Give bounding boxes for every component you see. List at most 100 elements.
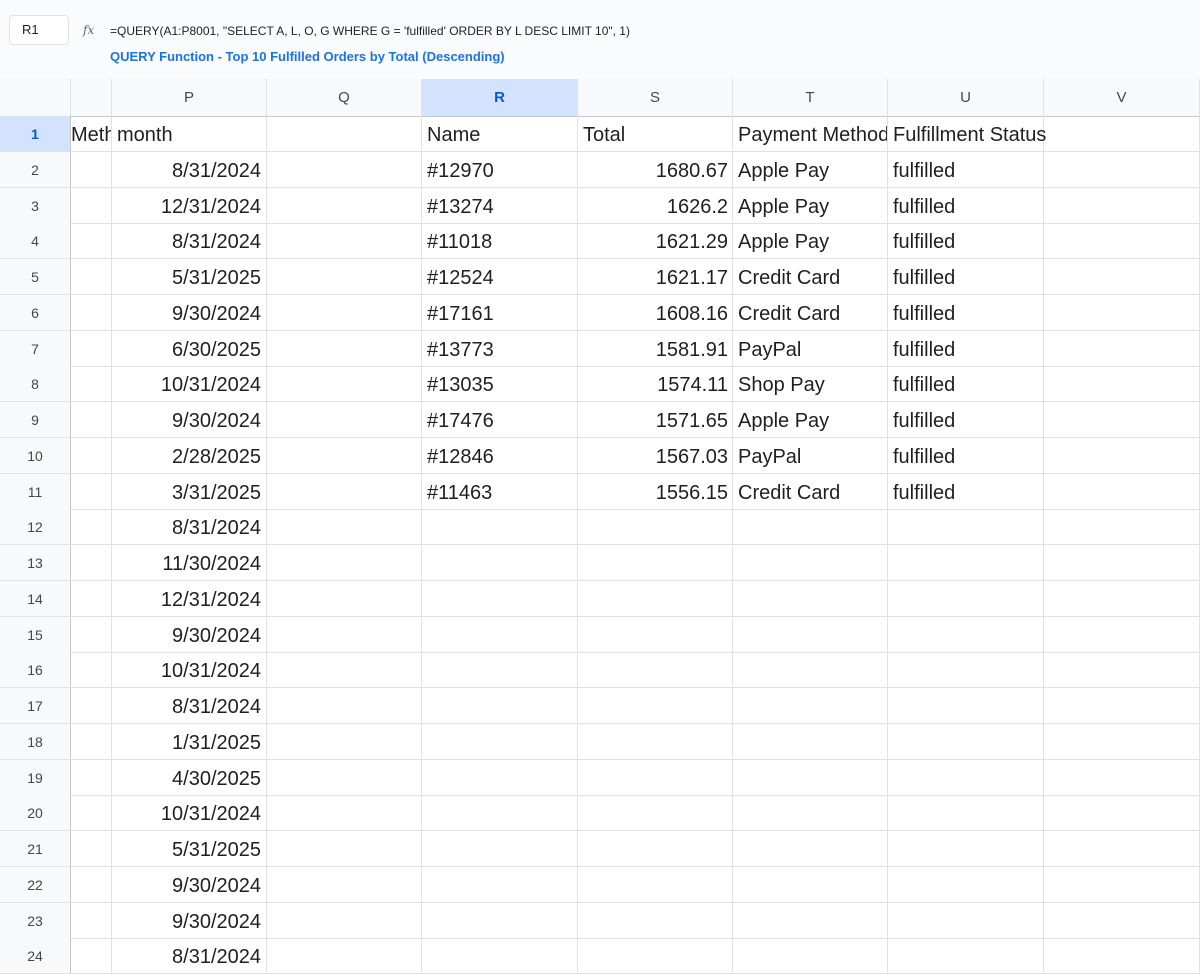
cell-v13[interactable]	[1044, 545, 1200, 581]
cell-p13[interactable]: 11/30/2024	[112, 545, 267, 581]
cell-r2[interactable]: #12970	[422, 151, 578, 188]
cell-v17[interactable]	[1044, 688, 1200, 724]
cell-u4[interactable]: fulfilled	[888, 223, 1044, 260]
row-header[interactable]: 19	[0, 759, 71, 796]
cell-o13[interactable]	[71, 545, 112, 581]
cell-q14[interactable]	[267, 580, 422, 617]
cell-s6[interactable]: 1608.16	[578, 294, 733, 331]
cell-q23[interactable]	[267, 902, 422, 939]
cell-p3[interactable]: 12/31/2024	[112, 187, 267, 224]
row-header[interactable]: 20	[0, 795, 71, 832]
cell-o10[interactable]	[71, 437, 112, 474]
cell-v19[interactable]	[1044, 759, 1200, 796]
cell-u16[interactable]	[888, 652, 1044, 689]
cell-u3[interactable]: fulfilled	[888, 187, 1044, 224]
cell-p2[interactable]: 8/31/2024	[112, 151, 267, 188]
cell-v16[interactable]	[1044, 652, 1200, 689]
cell-s19[interactable]	[578, 759, 733, 796]
column-header-s[interactable]: S	[578, 79, 733, 116]
cell-p17[interactable]: 8/31/2024	[112, 688, 267, 724]
cell-v1[interactable]	[1044, 116, 1200, 152]
cell-t21[interactable]	[733, 831, 888, 867]
cell-r6[interactable]: #17161	[422, 294, 578, 331]
cell-u11[interactable]: fulfilled	[888, 473, 1044, 510]
cell-p7[interactable]: 6/30/2025	[112, 330, 267, 367]
cell-s7[interactable]: 1581.91	[578, 330, 733, 367]
cell-u24[interactable]	[888, 938, 1044, 974]
cell-o22[interactable]	[71, 866, 112, 903]
cell-u12[interactable]	[888, 509, 1044, 546]
cell-o24[interactable]	[71, 938, 112, 974]
cell-u21[interactable]	[888, 831, 1044, 867]
cell-u20[interactable]	[888, 795, 1044, 832]
cell-r20[interactable]	[422, 795, 578, 832]
row-header[interactable]: 12	[0, 509, 71, 546]
cell-u23[interactable]	[888, 902, 1044, 939]
column-header-u[interactable]: U	[888, 79, 1044, 116]
cell-t6[interactable]: Credit Card	[733, 294, 888, 331]
cell-s16[interactable]	[578, 652, 733, 689]
cell-v23[interactable]	[1044, 902, 1200, 939]
cell-s12[interactable]	[578, 509, 733, 546]
row-header[interactable]: 14	[0, 580, 71, 617]
cell-v5[interactable]	[1044, 259, 1200, 295]
cell-u6[interactable]: fulfilled	[888, 294, 1044, 331]
cell-q4[interactable]	[267, 223, 422, 260]
cell-q16[interactable]	[267, 652, 422, 689]
cell-o17[interactable]	[71, 688, 112, 724]
cell-r22[interactable]	[422, 866, 578, 903]
cell-r7[interactable]: #13773	[422, 330, 578, 367]
cell-p16[interactable]: 10/31/2024	[112, 652, 267, 689]
row-header[interactable]: 3	[0, 187, 71, 224]
cell-q10[interactable]	[267, 437, 422, 474]
cell-q12[interactable]	[267, 509, 422, 546]
cell-o4[interactable]	[71, 223, 112, 260]
row-header[interactable]: 5	[0, 259, 71, 295]
cell-o1[interactable]: Method	[71, 116, 112, 152]
column-header-o[interactable]	[71, 79, 112, 116]
cell-o5[interactable]	[71, 259, 112, 295]
cell-p21[interactable]: 5/31/2025	[112, 831, 267, 867]
cell-q3[interactable]	[267, 187, 422, 224]
column-header-r[interactable]: R	[422, 79, 578, 116]
cell-p23[interactable]: 9/30/2024	[112, 902, 267, 939]
select-all-corner[interactable]	[0, 79, 71, 116]
cell-r10[interactable]: #12846	[422, 437, 578, 474]
cell-s20[interactable]	[578, 795, 733, 832]
cell-q17[interactable]	[267, 688, 422, 724]
cell-t2[interactable]: Apple Pay	[733, 151, 888, 188]
cell-s4[interactable]: 1621.29	[578, 223, 733, 260]
cell-r3[interactable]: #13274	[422, 187, 578, 224]
cell-v21[interactable]	[1044, 831, 1200, 867]
cell-o12[interactable]	[71, 509, 112, 546]
cell-p5[interactable]: 5/31/2025	[112, 259, 267, 295]
cell-v10[interactable]	[1044, 437, 1200, 474]
cell-s11[interactable]: 1556.15	[578, 473, 733, 510]
cell-o23[interactable]	[71, 902, 112, 939]
cell-u9[interactable]: fulfilled	[888, 402, 1044, 438]
row-header[interactable]: 15	[0, 616, 71, 653]
cell-o3[interactable]	[71, 187, 112, 224]
cell-r23[interactable]	[422, 902, 578, 939]
cell-r16[interactable]	[422, 652, 578, 689]
cell-s24[interactable]	[578, 938, 733, 974]
cell-u22[interactable]	[888, 866, 1044, 903]
cell-q6[interactable]	[267, 294, 422, 331]
cell-t4[interactable]: Apple Pay	[733, 223, 888, 260]
cell-t11[interactable]: Credit Card	[733, 473, 888, 510]
cell-r21[interactable]	[422, 831, 578, 867]
cell-q13[interactable]	[267, 545, 422, 581]
cell-t5[interactable]: Credit Card	[733, 259, 888, 295]
cell-q2[interactable]	[267, 151, 422, 188]
cell-s14[interactable]	[578, 580, 733, 617]
row-header[interactable]: 4	[0, 223, 71, 260]
column-header-v[interactable]: V	[1044, 79, 1200, 116]
cell-o15[interactable]	[71, 616, 112, 653]
cell-t10[interactable]: PayPal	[733, 437, 888, 474]
cell-t23[interactable]	[733, 902, 888, 939]
cell-r8[interactable]: #13035	[422, 366, 578, 403]
cell-t1[interactable]: Payment Method	[733, 116, 888, 152]
cell-r1[interactable]: Name	[422, 116, 578, 152]
cell-q11[interactable]	[267, 473, 422, 510]
row-header[interactable]: 1	[0, 116, 71, 152]
